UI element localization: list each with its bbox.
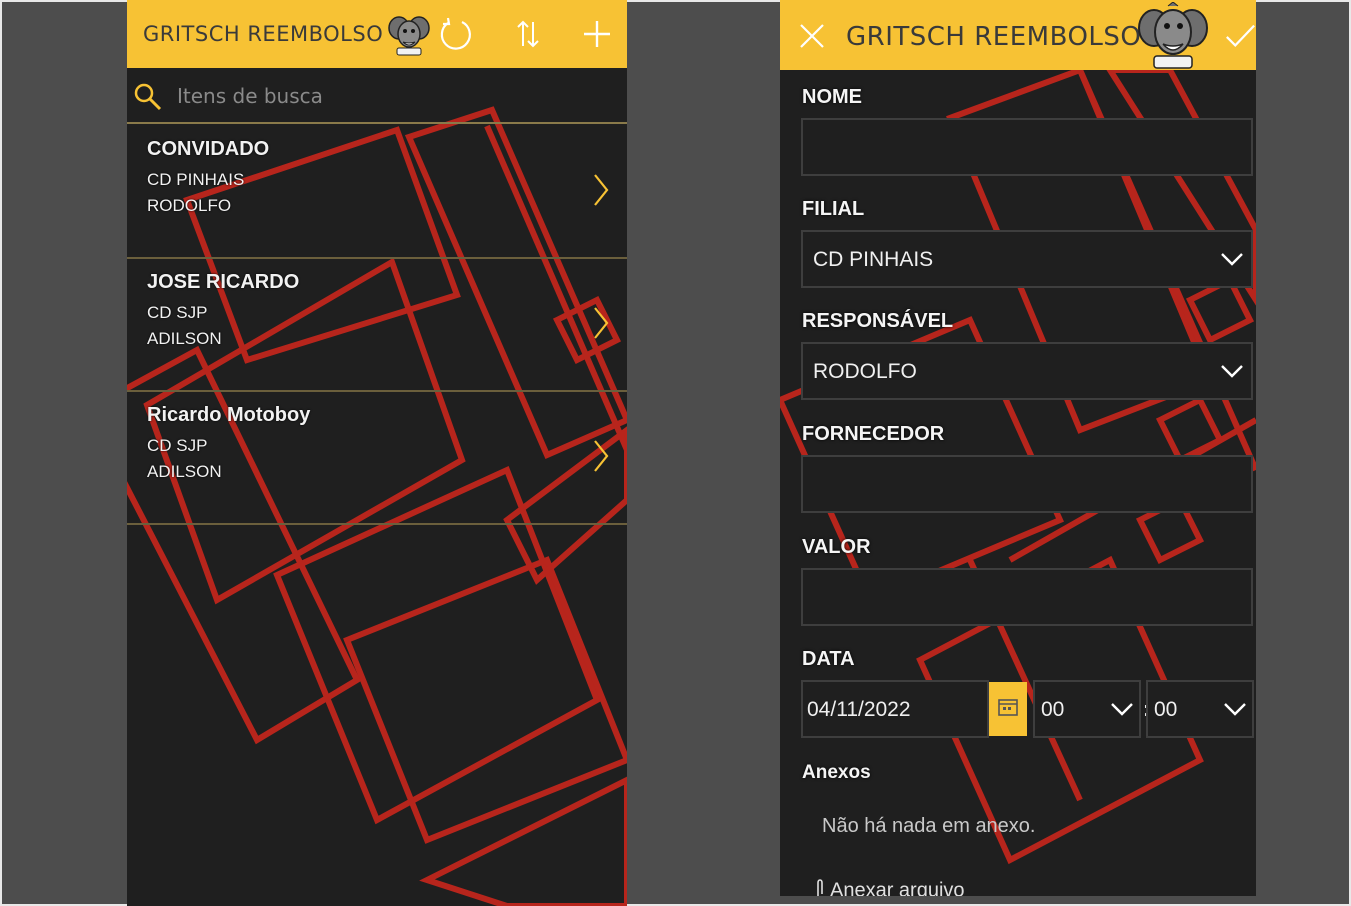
filial-label: FILIAL: [802, 198, 865, 220]
chevron-down-icon: [1219, 250, 1245, 273]
nome-input[interactable]: [803, 120, 1251, 174]
hour-value: 00: [1041, 698, 1065, 721]
nome-label: NOME: [802, 86, 862, 108]
item-responsavel: RODOLFO: [147, 196, 232, 215]
valor-input[interactable]: [803, 570, 1251, 624]
item-filial: CD SJP: [147, 303, 208, 322]
chevron-down-icon: [1222, 700, 1248, 723]
chevron-down-icon: [1109, 700, 1135, 723]
chevron-right-icon[interactable]: [591, 172, 611, 213]
item-filial: CD PINHAIS: [147, 170, 245, 189]
search-input[interactable]: [177, 80, 607, 112]
fornecedor-field[interactable]: [801, 455, 1253, 513]
app-title: GRITSCH REEMBOLSO: [846, 22, 1142, 52]
item-name: Ricardo Motoboy: [147, 404, 311, 426]
attachments-empty-text: Não há nada em anexo.: [822, 815, 1036, 837]
search-bar: [127, 68, 627, 124]
item-filial: CD SJP: [147, 436, 208, 455]
date-input[interactable]: 04/11/2022: [801, 680, 989, 738]
chevron-right-icon[interactable]: [591, 438, 611, 479]
minute-select[interactable]: 00: [1146, 680, 1254, 738]
item-responsavel: ADILSON: [147, 329, 222, 348]
attach-file-button[interactable]: Anexar arquivo: [814, 878, 965, 896]
item-responsavel: ADILSON: [147, 462, 222, 481]
list-item[interactable]: CONVIDADO CD PINHAIS RODOLFO: [127, 126, 627, 259]
form-screen: GRITSCH REEMBOLSO NOME FILIAL CD PINHAIS: [780, 0, 1256, 896]
mascot-icon: [1138, 1, 1208, 75]
nome-field[interactable]: [801, 118, 1253, 176]
date-value: 04/11/2022: [807, 698, 911, 721]
sort-icon[interactable]: [510, 16, 546, 52]
chevron-right-icon[interactable]: [591, 305, 611, 346]
list-screen: GRITSCH REEMBOLSO Itens de busca CONVIDA…: [127, 0, 627, 906]
app-title: GRITSCH REEMBOLSO: [143, 22, 384, 46]
responsavel-label: RESPONSÁVEL: [802, 310, 954, 332]
attach-file-label: Anexar arquivo: [830, 879, 965, 896]
close-icon[interactable]: [794, 18, 830, 54]
calendar-button[interactable]: [989, 682, 1027, 736]
minute-value: 00: [1154, 698, 1178, 721]
filial-select[interactable]: CD PINHAIS: [801, 230, 1253, 288]
add-icon[interactable]: [577, 14, 617, 54]
record-list: CONVIDADO CD PINHAIS RODOLFO JOSE RICARD…: [127, 126, 627, 525]
item-name: CONVIDADO: [147, 138, 270, 160]
anexos-label: Anexos: [802, 762, 871, 783]
search-icon: [133, 82, 163, 117]
list-item[interactable]: JOSE RICARDO CD SJP ADILSON: [127, 259, 627, 392]
data-label: DATA: [802, 648, 855, 670]
item-name: JOSE RICARDO: [147, 271, 300, 293]
valor-field[interactable]: [801, 568, 1253, 626]
form-header: GRITSCH REEMBOLSO: [780, 0, 1256, 70]
valor-label: VALOR: [802, 536, 871, 558]
list-item[interactable]: Ricardo Motoboy CD SJP ADILSON: [127, 392, 627, 525]
paperclip-icon: [814, 878, 826, 896]
calendar-icon: [997, 697, 1019, 722]
mascot-icon: [387, 14, 431, 61]
responsavel-select[interactable]: RODOLFO: [801, 342, 1253, 400]
check-icon[interactable]: [1224, 18, 1256, 54]
fornecedor-input[interactable]: [803, 457, 1251, 511]
responsavel-value: RODOLFO: [813, 360, 917, 383]
refresh-icon[interactable]: [435, 14, 475, 54]
fornecedor-label: FORNECEDOR: [802, 423, 945, 445]
chevron-down-icon: [1219, 362, 1245, 385]
filial-value: CD PINHAIS: [813, 248, 934, 271]
hour-select[interactable]: 00: [1033, 680, 1141, 738]
list-header: GRITSCH REEMBOLSO: [127, 0, 627, 68]
